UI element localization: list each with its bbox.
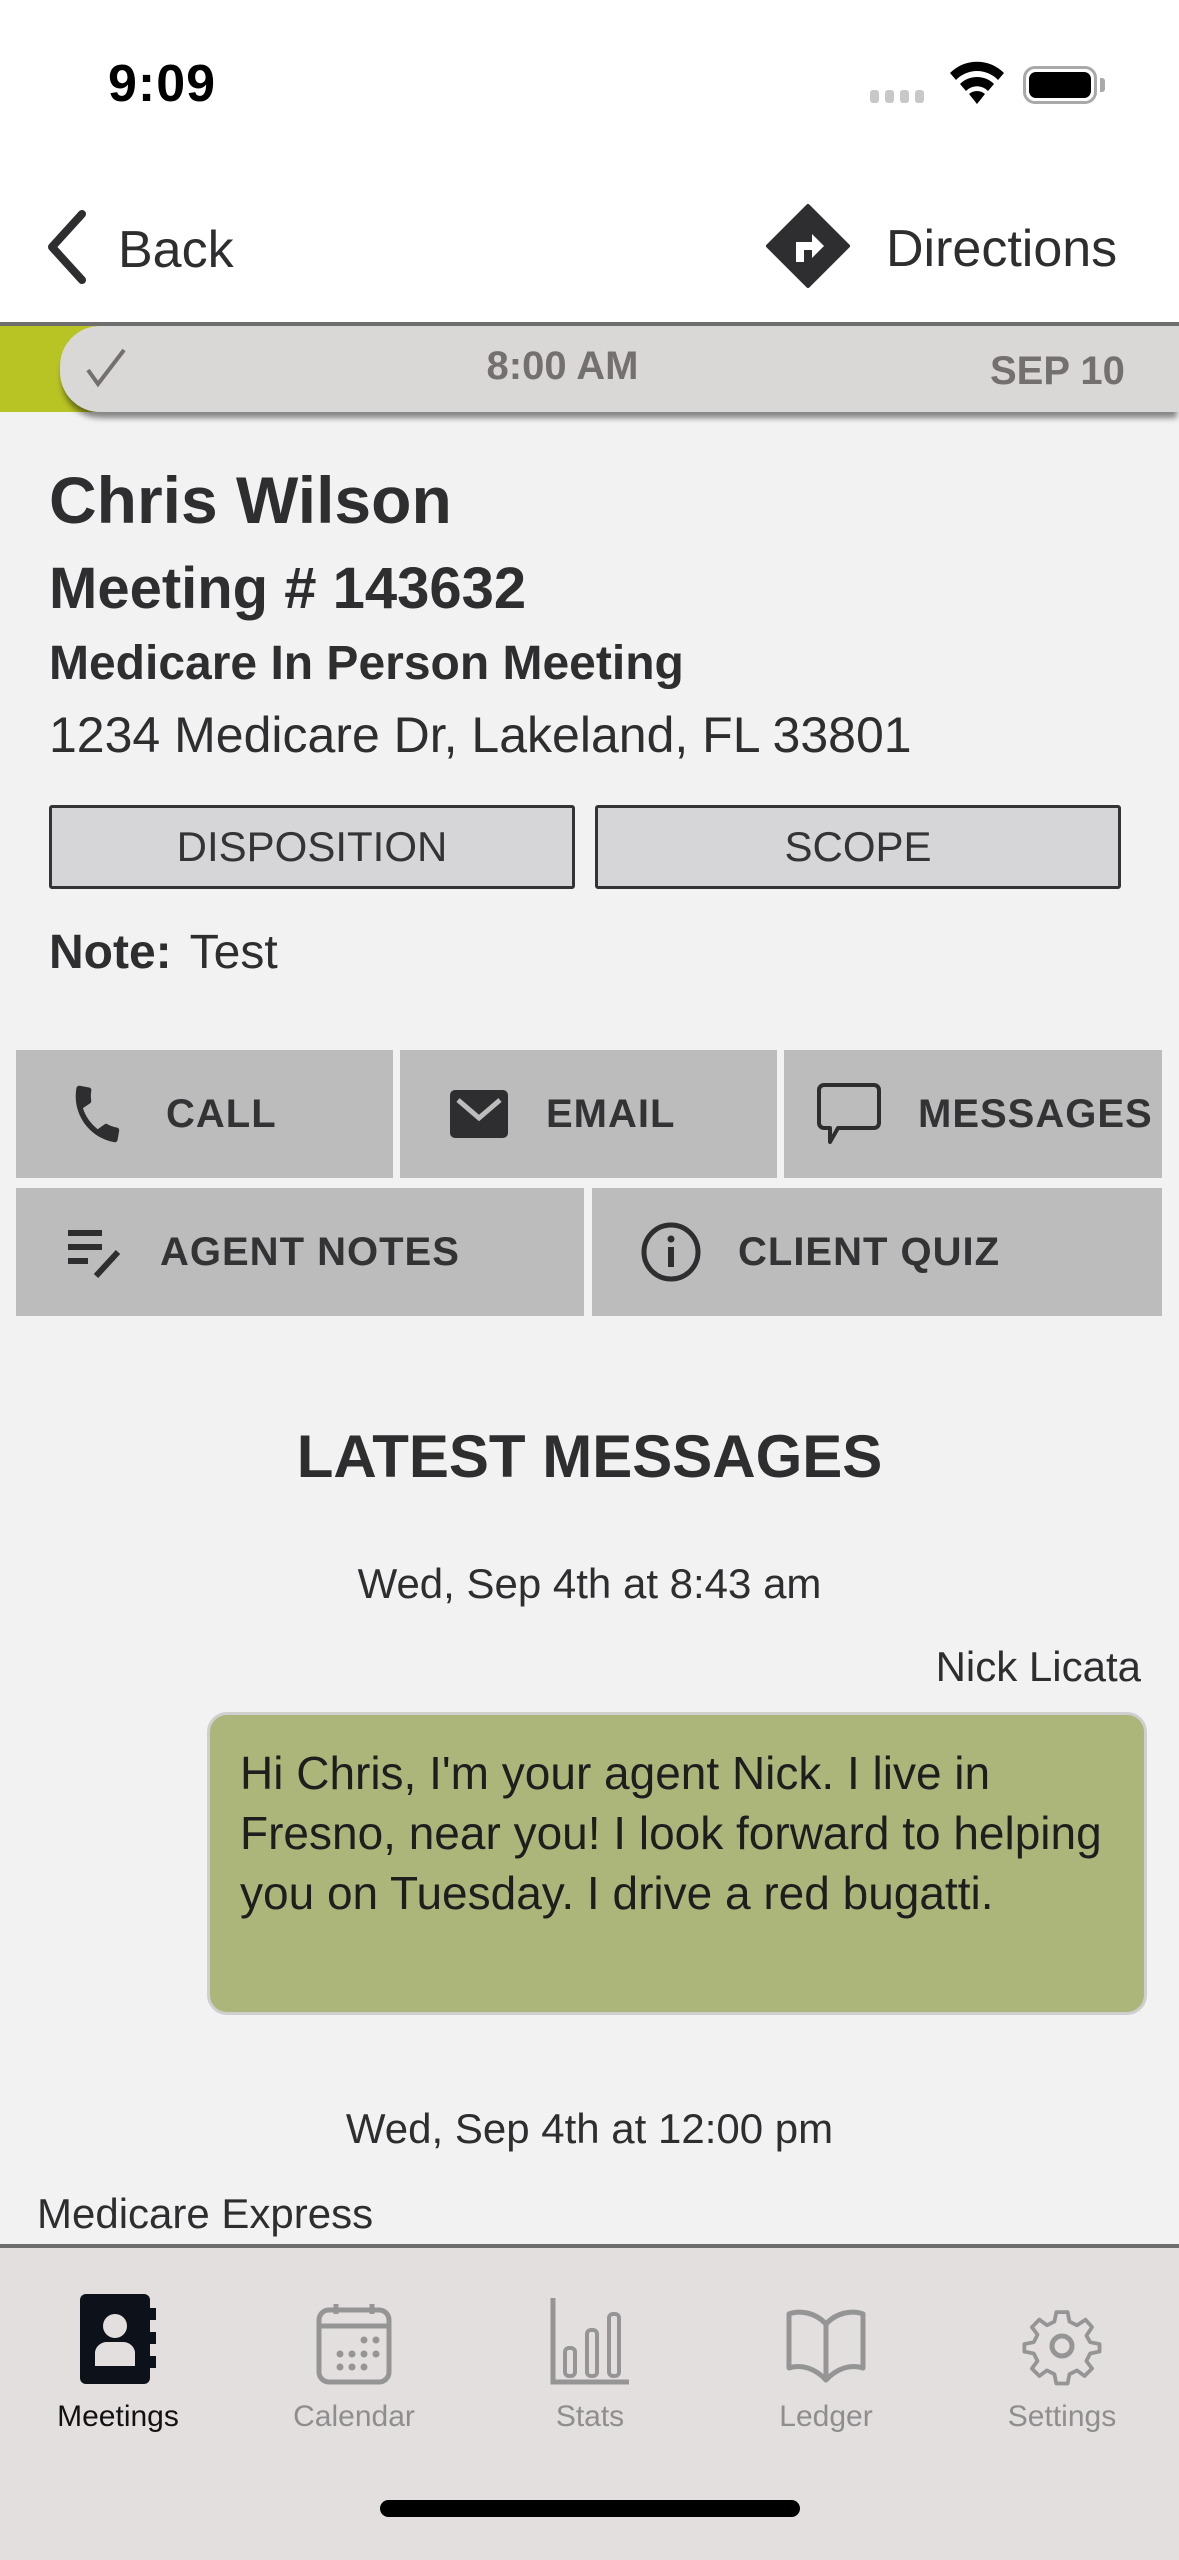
tab-stats[interactable]: Stats [472,2290,708,2434]
tab-label: Meetings [57,2400,179,2433]
open-book-icon [785,2290,867,2386]
chat-bubble-icon [816,1081,882,1147]
agent-notes-label: AGENT NOTES [160,1229,460,1274]
message-sender: Nick Licata [935,1643,1141,1690]
info-icon [640,1221,702,1283]
note-label: Note: [49,926,172,979]
tab-label: Settings [1007,2400,1117,2433]
home-indicator[interactable] [380,2500,800,2517]
client-name: Chris Wilson [49,463,452,537]
directions-icon [766,204,850,293]
tab-settings[interactable]: Settings [944,2290,1179,2434]
email-label: EMAIL [546,1091,676,1136]
tab-calendar[interactable]: Calendar [236,2290,472,2434]
gear-icon [1022,2290,1102,2386]
tab-ledger[interactable]: Ledger [708,2290,944,2434]
call-button[interactable]: CALL [16,1050,393,1178]
appointment-date: SEP 10 [990,349,1125,393]
scope-button[interactable]: SCOPE [595,805,1121,889]
disposition-label: DISPOSITION [176,823,448,870]
chevron-left-icon [44,210,88,289]
meeting-type: Medicare In Person Meeting [49,637,684,690]
directions-button[interactable]: Directions [766,204,1117,293]
latest-messages-heading: LATEST MESSAGES [296,1423,883,1490]
battery-tip [1100,78,1105,92]
meeting-note: Note: Test [49,925,278,980]
agent-notes-button[interactable]: AGENT NOTES [16,1188,584,1316]
message-timestamp: Wed, Sep 4th at 8:43 am [357,1560,822,1607]
status-time: 9:09 [108,55,217,113]
tab-label: Calendar [293,2400,415,2433]
email-button[interactable]: EMAIL [400,1050,777,1178]
mail-icon [448,1088,510,1140]
message-bubble[interactable]: Hi Chris, I'm your agent Nick. I live in… [207,1712,1147,2015]
client-quiz-button[interactable]: CLIENT QUIZ [592,1188,1162,1316]
note-value: Test [189,926,278,979]
directions-label: Directions [886,219,1118,278]
appointment-time: 8:00 AM [486,344,639,388]
messages-button[interactable]: MESSAGES [784,1050,1162,1178]
tab-label: Ledger [779,2400,873,2433]
bar-chart-icon [549,2290,631,2386]
notes-edit-icon [66,1226,124,1278]
client-quiz-label: CLIENT QUIZ [738,1229,1001,1274]
scope-label: SCOPE [784,823,932,870]
back-label: Back [118,220,234,279]
message-timestamp: Wed, Sep 4th at 12:00 pm [345,2105,834,2152]
tab-meetings[interactable]: Meetings [0,2290,236,2434]
meeting-number: Meeting # 143632 [49,556,527,621]
disposition-button[interactable]: DISPOSITION [49,805,575,889]
calendar-icon [316,2290,392,2386]
message-sender: Medicare Express [37,2190,374,2237]
wifi-icon [948,60,1006,111]
messages-label: MESSAGES [918,1091,1153,1136]
back-button[interactable]: Back [44,210,234,289]
cellular-signal-icon [870,90,924,103]
call-label: CALL [166,1091,277,1136]
tab-label: Stats [555,2400,625,2433]
contacts-book-icon [78,2290,158,2386]
meeting-address[interactable]: 1234 Medicare Dr, Lakeland, FL 33801 [49,706,912,764]
battery-icon [1023,66,1097,104]
phone-icon [64,1081,130,1147]
